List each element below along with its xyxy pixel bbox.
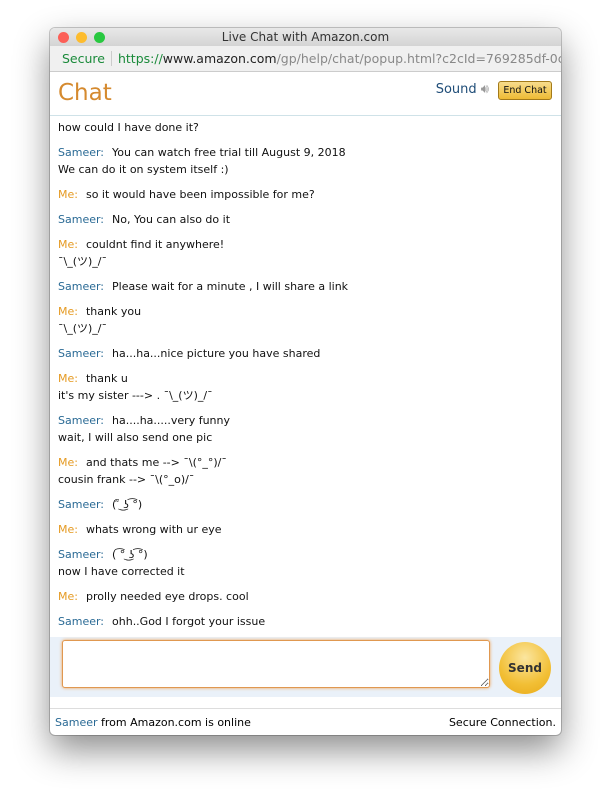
- compose-area: Send: [50, 637, 561, 697]
- chat-message: Me: so it would have been impossible for …: [58, 186, 553, 203]
- message-text: whats wrong with ur eye: [85, 523, 222, 536]
- chat-message: Sameer: ha...ha...nice picture you have s…: [58, 345, 553, 362]
- chat-message: Sameer: Please wait for a minute , I will…: [58, 278, 553, 295]
- url-path: /gp/help/chat/popup.html?c2cId=769285df-…: [276, 51, 561, 66]
- message-text: thank you: [85, 305, 142, 318]
- message-text: ohh..God I forgot your issue: [112, 615, 266, 628]
- message-speaker: Me:: [58, 523, 78, 536]
- message-text: how could I have done it?: [58, 121, 199, 134]
- message-list[interactable]: how could I have done it? Sameer: You can …: [50, 115, 561, 643]
- message-text: You can watch free trial till August 9, …: [112, 146, 346, 159]
- message-speaker: Me:: [58, 238, 78, 251]
- window-title: Live Chat with Amazon.com: [221, 30, 390, 44]
- secure-label: Secure: [62, 51, 112, 66]
- message-text: ¯\_(ツ)_/¯: [58, 255, 107, 268]
- message-speaker: Sameer:: [58, 146, 105, 159]
- message-speaker: Sameer:: [58, 615, 105, 628]
- message-speaker: Me:: [58, 372, 78, 385]
- chat-message: Me: and thats me --> ¯\(°_°)/¯cousin fran…: [58, 454, 553, 488]
- message-speaker: Sameer:: [58, 347, 105, 360]
- message-text: couldnt find it anywhere!: [85, 238, 225, 251]
- message-text: wait, I will also send one pic: [58, 431, 213, 444]
- message-text: cousin frank --> ¯\(°_o)/¯: [58, 473, 195, 486]
- chat-message: Sameer: ha....ha.....very funny wait, I wi…: [58, 412, 553, 446]
- message-text: prolly needed eye drops. cool: [85, 590, 249, 603]
- message-text: ha....ha.....very funny: [112, 414, 231, 427]
- chat-message: Me: thank u it's my sister ---> . ¯\_(ツ)_/…: [58, 370, 553, 404]
- url-protocol: https://: [117, 51, 163, 66]
- sound-label: Sound: [435, 82, 477, 97]
- chat-message: Me: whats wrong with ur eye: [58, 521, 553, 538]
- message-speaker: Me:: [58, 188, 78, 201]
- address-bar[interactable]: Secure https://www.amazon.com/gp/help/ch…: [50, 46, 561, 72]
- send-button[interactable]: Send: [499, 642, 551, 694]
- chat-message: Me: thank you ¯\_(ツ)_/¯: [58, 303, 553, 337]
- message-speaker: Sameer:: [58, 414, 105, 427]
- chat-message: Sameer: ohh..God I forgot your issue: [58, 613, 553, 630]
- message-text: Please wait for a minute , I will share …: [112, 280, 349, 293]
- message-text: it's my sister ---> . ¯\_(ツ)_/¯: [58, 389, 213, 402]
- message-speaker: Sameer:: [58, 548, 105, 561]
- message-speaker: Me:: [58, 305, 78, 318]
- message-text: ha...ha...nice picture you have shared: [112, 347, 321, 360]
- message-text: and thats me --> ¯\(°_°)/¯: [85, 456, 227, 469]
- online-status: from Amazon.com is online: [97, 716, 251, 729]
- message-input[interactable]: [62, 640, 490, 688]
- message-text: We can do it on system itself :): [58, 163, 229, 176]
- message-speaker: Me:: [58, 590, 78, 603]
- chat-header: Chat Sound 🔊︎ End Chat: [50, 72, 561, 116]
- url-host: www.amazon.com: [162, 51, 277, 66]
- sound-toggle[interactable]: Sound 🔊︎: [436, 82, 489, 97]
- page-title: Chat: [58, 80, 112, 106]
- chat-message: Sameer: You can watch free trial till Aug…: [58, 144, 553, 178]
- secure-connection: Secure Connection.: [448, 716, 556, 729]
- message-text: so it would have been impossible for me?: [85, 188, 315, 201]
- chat-message: Me: prolly needed eye drops. cool: [58, 588, 553, 605]
- message-text: ¯\_(ツ)_/¯: [58, 322, 107, 335]
- chat-message: Sameer: ( ͌ ͜ʖ ͡°): [58, 496, 553, 513]
- message-text: ( ͡° ͜ʖ ͡°): [112, 548, 148, 561]
- end-chat-button[interactable]: End Chat: [498, 81, 552, 100]
- message-speaker: Me:: [58, 456, 78, 469]
- chat-message: Sameer: No, You can also do it: [58, 211, 553, 228]
- message-text: No, You can also do it: [112, 213, 231, 226]
- chat-message: Me: couldnt find it anywhere! ¯\_(ツ)_/¯: [58, 236, 553, 270]
- message-speaker: Sameer:: [58, 280, 105, 293]
- chat-window: Live Chat with Amazon.com Secure https:/…: [50, 28, 561, 735]
- agent-name: Sameer: [55, 716, 98, 729]
- speaker-icon[interactable]: 🔊︎: [481, 82, 489, 97]
- message-text: now I have corrected it: [58, 565, 185, 578]
- message-speaker: Sameer:: [58, 498, 105, 511]
- chat-message: how could I have done it?: [58, 119, 553, 136]
- chat-message: Sameer: ( ͡° ͜ʖ ͡°) now I have corrected i…: [58, 546, 553, 580]
- message-text: ( ͌ ͜ʖ ͡°): [112, 498, 143, 511]
- close-button[interactable]: [58, 32, 69, 43]
- message-speaker: Sameer:: [58, 213, 105, 226]
- message-text: thank u: [85, 372, 128, 385]
- maximize-button[interactable]: [94, 32, 105, 43]
- minimize-button[interactable]: [76, 32, 87, 43]
- title-bar: Live Chat with Amazon.com: [50, 28, 561, 46]
- status-bar: Sameer from Amazon.com is online Secure …: [50, 708, 561, 735]
